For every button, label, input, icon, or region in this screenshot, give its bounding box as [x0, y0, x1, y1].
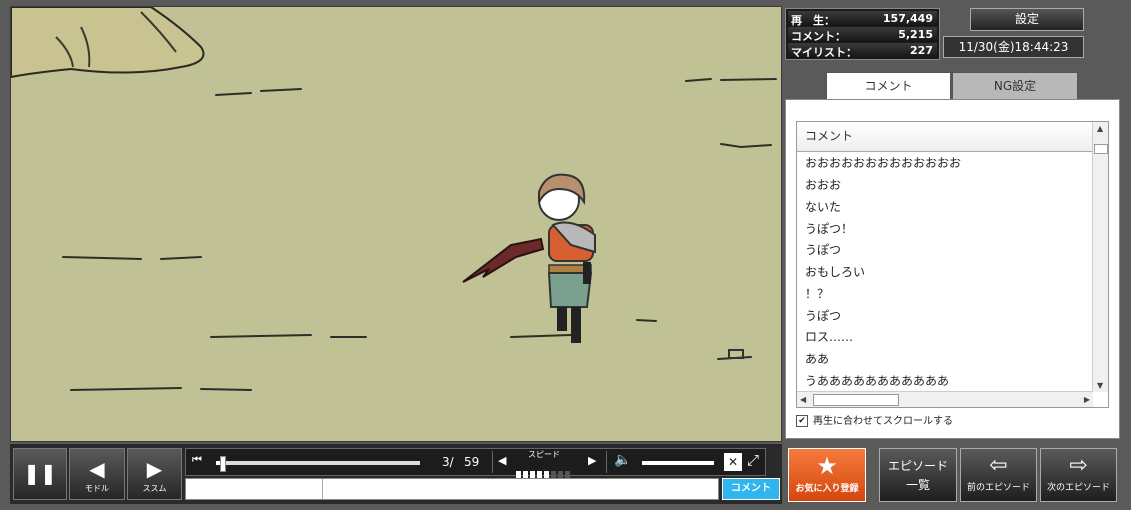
favorite-button[interactable]: ★ お気に入り登録 [788, 448, 866, 502]
scroll-right-icon[interactable]: ▶ [1084, 395, 1090, 404]
datetime-display: 11/30(金)18:44:23 [943, 36, 1084, 58]
back-button[interactable]: ◀ モドル [69, 448, 125, 500]
player-controls: ❚❚ ◀ モドル ▶ ススム ⏮ 3/ 59 ◀ スピード ▶ 🔈 ✕ ⤢ コメ… [10, 444, 782, 504]
list-item[interactable]: うぽつ！ [805, 220, 853, 237]
favorite-label: お気に入り登録 [795, 484, 859, 494]
arrow-left-icon: ◀ [89, 457, 105, 481]
speed-up-icon[interactable]: ▶ [588, 454, 596, 467]
episode-list-label-1: エピソード [887, 459, 948, 473]
settings-button[interactable]: 設定 [970, 8, 1084, 31]
volume-fill [642, 461, 714, 465]
comment-list[interactable]: コメント おおおおおおおおおおおおお おおお ないた うぽつ！ うぽつ おもしろ… [796, 121, 1109, 408]
prev-episode-button[interactable]: ⇦ 前のエピソード [960, 448, 1037, 502]
scroll-up-icon[interactable]: ▲ [1097, 124, 1103, 133]
list-item[interactable]: おもしろい [805, 263, 865, 280]
play-count-row: 再 生： 157,449 [788, 11, 937, 27]
pause-button[interactable]: ❚❚ [13, 448, 67, 500]
play-count-label: 再 生： [791, 14, 835, 27]
comment-list-header[interactable]: コメント [797, 122, 1093, 152]
list-item[interactable]: おおおおおおおおおおおおお [805, 154, 961, 171]
list-item[interactable]: うあああああああああああ [805, 372, 949, 389]
time-current: 3/ [442, 455, 454, 469]
volume-slider[interactable] [642, 461, 714, 465]
video-player[interactable] [10, 6, 782, 442]
skip-start-icon[interactable]: ⏮ [192, 453, 202, 467]
next-episode-button[interactable]: ⇨ 次のエピソード [1040, 448, 1117, 502]
mylist-count-row: マイリスト： 227 [788, 43, 937, 59]
autoscroll-checkbox[interactable]: ✔ [796, 415, 808, 427]
comment-toggle-icon[interactable]: ✕ [724, 453, 742, 471]
horizontal-scrollbar[interactable]: ◀ ▶ [797, 391, 1093, 407]
scroll-left-icon[interactable]: ◀ [800, 395, 806, 404]
character-figure [462, 173, 596, 343]
seek-controls: ⏮ 3/ 59 ◀ スピード ▶ 🔈 ✕ ⤢ [185, 448, 766, 478]
list-item[interactable]: ロス…… [805, 328, 853, 345]
tab-ng-settings[interactable]: NG設定 [952, 72, 1078, 100]
prev-episode-icon: ⇦ [989, 453, 1008, 478]
comment-input[interactable] [185, 478, 719, 500]
speed-down-icon[interactable]: ◀ [498, 454, 506, 467]
speed-meter[interactable] [516, 463, 580, 478]
list-item[interactable]: ないた [805, 198, 841, 215]
scroll-thumb[interactable] [1094, 144, 1108, 154]
comment-count-value: 5,215 [898, 28, 933, 41]
fullscreen-icon[interactable]: ⤢ [747, 451, 759, 469]
next-episode-icon: ⇨ [1069, 453, 1088, 478]
video-frame-scene [11, 7, 777, 391]
seek-thumb[interactable] [220, 456, 227, 472]
mylist-count-value: 227 [910, 44, 933, 57]
command-divider [322, 479, 323, 499]
comment-submit-button[interactable]: コメント [722, 478, 780, 500]
seek-track[interactable] [216, 456, 420, 472]
forward-button[interactable]: ▶ ススム [127, 448, 182, 500]
list-item[interactable]: ！？ [805, 285, 829, 302]
play-count-value: 157,449 [882, 12, 933, 25]
speed-label: スピード [528, 450, 560, 459]
vertical-scrollbar[interactable]: ▲ ▼ [1092, 122, 1108, 392]
time-total: 59 [464, 455, 480, 469]
autoscroll-label: 再生に合わせてスクロールする [813, 416, 953, 427]
comment-count-row: コメント： 5,215 [788, 27, 937, 43]
volume-icon[interactable]: 🔈 [614, 452, 631, 468]
scroll-down-icon[interactable]: ▼ [1097, 381, 1103, 390]
list-item[interactable]: うぽつ [805, 307, 841, 324]
comment-count-label: コメント： [791, 30, 846, 43]
hscroll-thumb[interactable] [813, 394, 899, 406]
back-label: モドル [85, 484, 109, 493]
next-episode-label: 次のエピソード [1046, 483, 1110, 493]
mylist-count-label: マイリスト： [791, 46, 857, 59]
stats-panel: 再 生： 157,449 コメント： 5,215 マイリスト： 227 [785, 8, 940, 60]
list-item[interactable]: うぽつ [805, 241, 841, 258]
pause-icon: ❚❚ [23, 461, 57, 485]
list-item[interactable]: ああ [805, 350, 829, 367]
autoscroll-option[interactable]: ✔ 再生に合わせてスクロールする [796, 412, 953, 427]
episode-list-button[interactable]: エピソード 一覧 [879, 448, 957, 502]
prev-episode-label: 前のエピソード [966, 483, 1030, 493]
star-icon: ★ [816, 452, 838, 480]
list-item[interactable]: おおお [805, 176, 841, 193]
arrow-right-icon: ▶ [146, 457, 163, 481]
tab-comment[interactable]: コメント [826, 72, 951, 101]
episode-list-label-2: 一覧 [905, 478, 930, 492]
forward-label: ススム [142, 484, 167, 493]
